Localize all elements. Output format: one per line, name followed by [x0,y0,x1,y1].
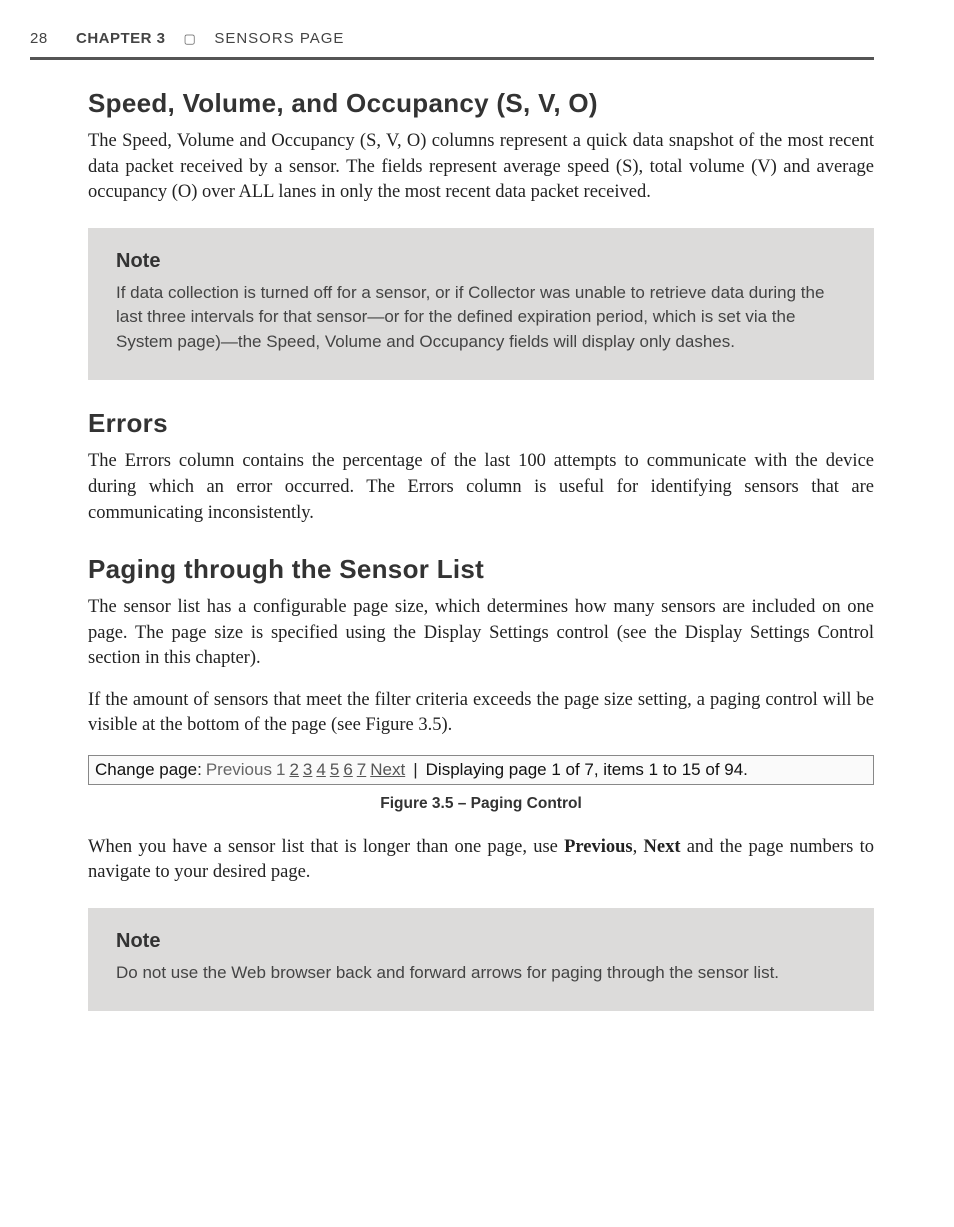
paragraph-paging-1: The sensor list has a configurable page … [88,595,874,672]
heading-svo: Speed, Volume, and Occupancy (S, V, O) [88,88,874,119]
bold-next: Next [644,837,681,857]
figure-paging-control: Change page: Previous 1 2 3 4 5 6 7 Next… [88,755,874,785]
page-link[interactable]: 2 [289,760,298,780]
note-heading: Note [116,250,846,273]
page-link[interactable]: 7 [357,760,366,780]
page-number: 28 [30,30,58,47]
paragraph-paging-3: When you have a sensor list that is long… [88,835,874,886]
note-box-1: Note If data collection is turned off fo… [88,228,874,381]
section-title: SENSORS PAGE [214,30,344,47]
bold-previous: Previous [564,837,633,857]
separator: | [413,760,417,780]
page-link[interactable]: 3 [303,760,312,780]
note-box-2: Note Do not use the Web browser back and… [88,908,874,1012]
paragraph-paging-2: If the amount of sensors that meet the f… [88,688,874,739]
chapter-label: CHAPTER 3 [76,30,166,47]
square-icon: ▢ [184,31,197,47]
display-range-text: Displaying page 1 of 7, items 1 to 15 of… [426,760,748,780]
page-link[interactable]: 5 [330,760,339,780]
heading-paging: Paging through the Sensor List [88,554,874,585]
heading-errors: Errors [88,408,874,439]
paragraph-svo: The Speed, Volume and Occupancy (S, V, O… [88,129,874,206]
text: When you have a sensor list that is long… [88,837,564,857]
page-link[interactable]: 4 [316,760,325,780]
note-heading: Note [116,930,846,953]
page-link[interactable]: 6 [343,760,352,780]
page-header: 28 CHAPTER 3 ▢ SENSORS PAGE [30,30,874,57]
previous-link[interactable]: Previous [206,760,272,780]
next-link[interactable]: Next [370,760,405,780]
note-body: If data collection is turned off for a s… [116,281,846,355]
page-content: Speed, Volume, and Occupancy (S, V, O) T… [88,88,874,1011]
change-page-label: Change page: [95,760,202,780]
note-body: Do not use the Web browser back and forw… [116,961,846,986]
header-rule [30,57,874,60]
page-current: 1 [276,760,285,780]
figure-caption: Figure 3.5 – Paging Control [88,795,874,813]
text: , [633,837,644,857]
paragraph-errors: The Errors column contains the percentag… [88,449,874,526]
